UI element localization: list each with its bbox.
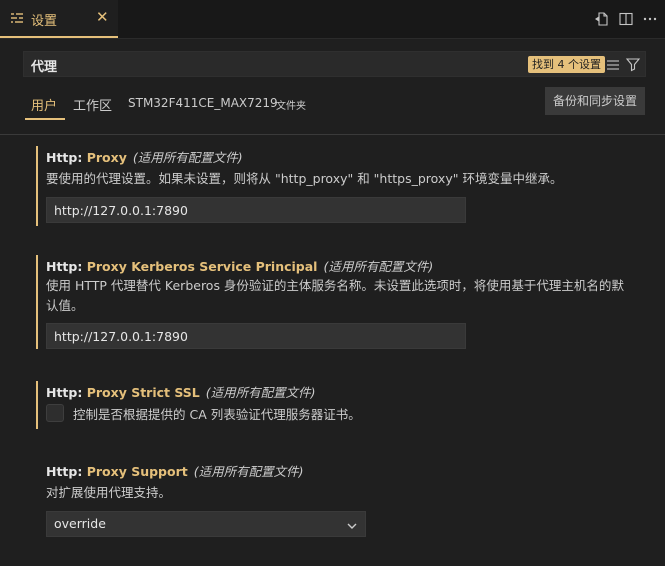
tab-folder[interactable]: STM32F411CE_MAX7219 xyxy=(128,96,278,110)
setting-key: Proxy Kerberos Service Principal xyxy=(86,259,318,274)
clear-filter-icon[interactable] xyxy=(605,57,621,73)
setting-key: Proxy Support xyxy=(86,464,188,479)
setting-description: 要使用的代理设置。如果未设置，则将从 "http_proxy" 和 "https… xyxy=(46,171,563,186)
setting-title: Http: Proxy Support (适用所有配置文件) xyxy=(46,461,304,480)
active-tab-indicator xyxy=(25,118,65,120)
search-result-count-badge: 找到 4 个设置 xyxy=(528,56,605,73)
filter-icon[interactable] xyxy=(625,56,643,74)
tab-user[interactable]: 用户 xyxy=(31,95,57,114)
checkbox-label: 控制是否根据提供的 CA 列表验证代理服务器证书。 xyxy=(73,407,361,422)
open-settings-json-icon[interactable] xyxy=(593,10,611,28)
split-editor-icon[interactable] xyxy=(617,10,635,28)
setting-scope-note: (适用所有配置文件) xyxy=(193,464,304,479)
proxy-support-dropdown[interactable]: override xyxy=(46,511,366,537)
setting-scope-note: (适用所有配置文件) xyxy=(205,385,316,400)
setting-description: 使用 HTTP 代理替代 Kerberos 身份验证的主体服务名称。未设置此选项… xyxy=(46,278,624,313)
setting-category: Http: xyxy=(46,385,87,400)
setting-scope-note: (适用所有配置文件) xyxy=(132,150,243,165)
setting-description: 对扩展使用代理支持。 xyxy=(46,485,172,500)
setting-scope-note: (适用所有配置文件) xyxy=(323,259,434,274)
setting-category: Http: xyxy=(46,464,87,479)
proxy-input[interactable]: http://127.0.0.1:7890 xyxy=(46,197,466,223)
settings-list-icon xyxy=(10,11,24,25)
tab-settings[interactable]: 设置 ✕ xyxy=(0,0,118,38)
divider xyxy=(0,134,665,135)
chevron-down-icon xyxy=(345,517,359,531)
tab-workspace[interactable]: 工作区 xyxy=(73,95,112,114)
setting-category: Http: xyxy=(46,150,87,165)
backup-sync-button[interactable]: 备份和同步设置 xyxy=(545,87,645,115)
editor-tab-bar: 设置 ✕ xyxy=(0,0,665,39)
setting-title: Http: Proxy Strict SSL (适用所有配置文件) xyxy=(46,382,316,401)
tab-folder-suffix: 文件夹 xyxy=(276,101,306,112)
tab-label: 设置 xyxy=(31,14,58,29)
setting-title: Http: Proxy (适用所有配置文件) xyxy=(46,147,243,166)
strict-ssl-checkbox[interactable] xyxy=(46,404,64,422)
settings-search-input[interactable]: 代理 找到 4 个设置 xyxy=(23,51,646,77)
setting-category: Http: xyxy=(46,259,87,274)
proxy-kerberos-input[interactable]: http://127.0.0.1:7890 xyxy=(46,323,466,349)
setting-title: Http: Proxy Kerberos Service Principal (适… xyxy=(46,256,433,275)
close-icon[interactable]: ✕ xyxy=(96,9,109,25)
setting-key: Proxy xyxy=(86,150,127,165)
more-actions-icon[interactable] xyxy=(641,10,659,28)
dropdown-value: override xyxy=(54,516,106,531)
search-value: 代理 xyxy=(31,60,58,75)
setting-key: Proxy Strict SSL xyxy=(86,385,200,400)
